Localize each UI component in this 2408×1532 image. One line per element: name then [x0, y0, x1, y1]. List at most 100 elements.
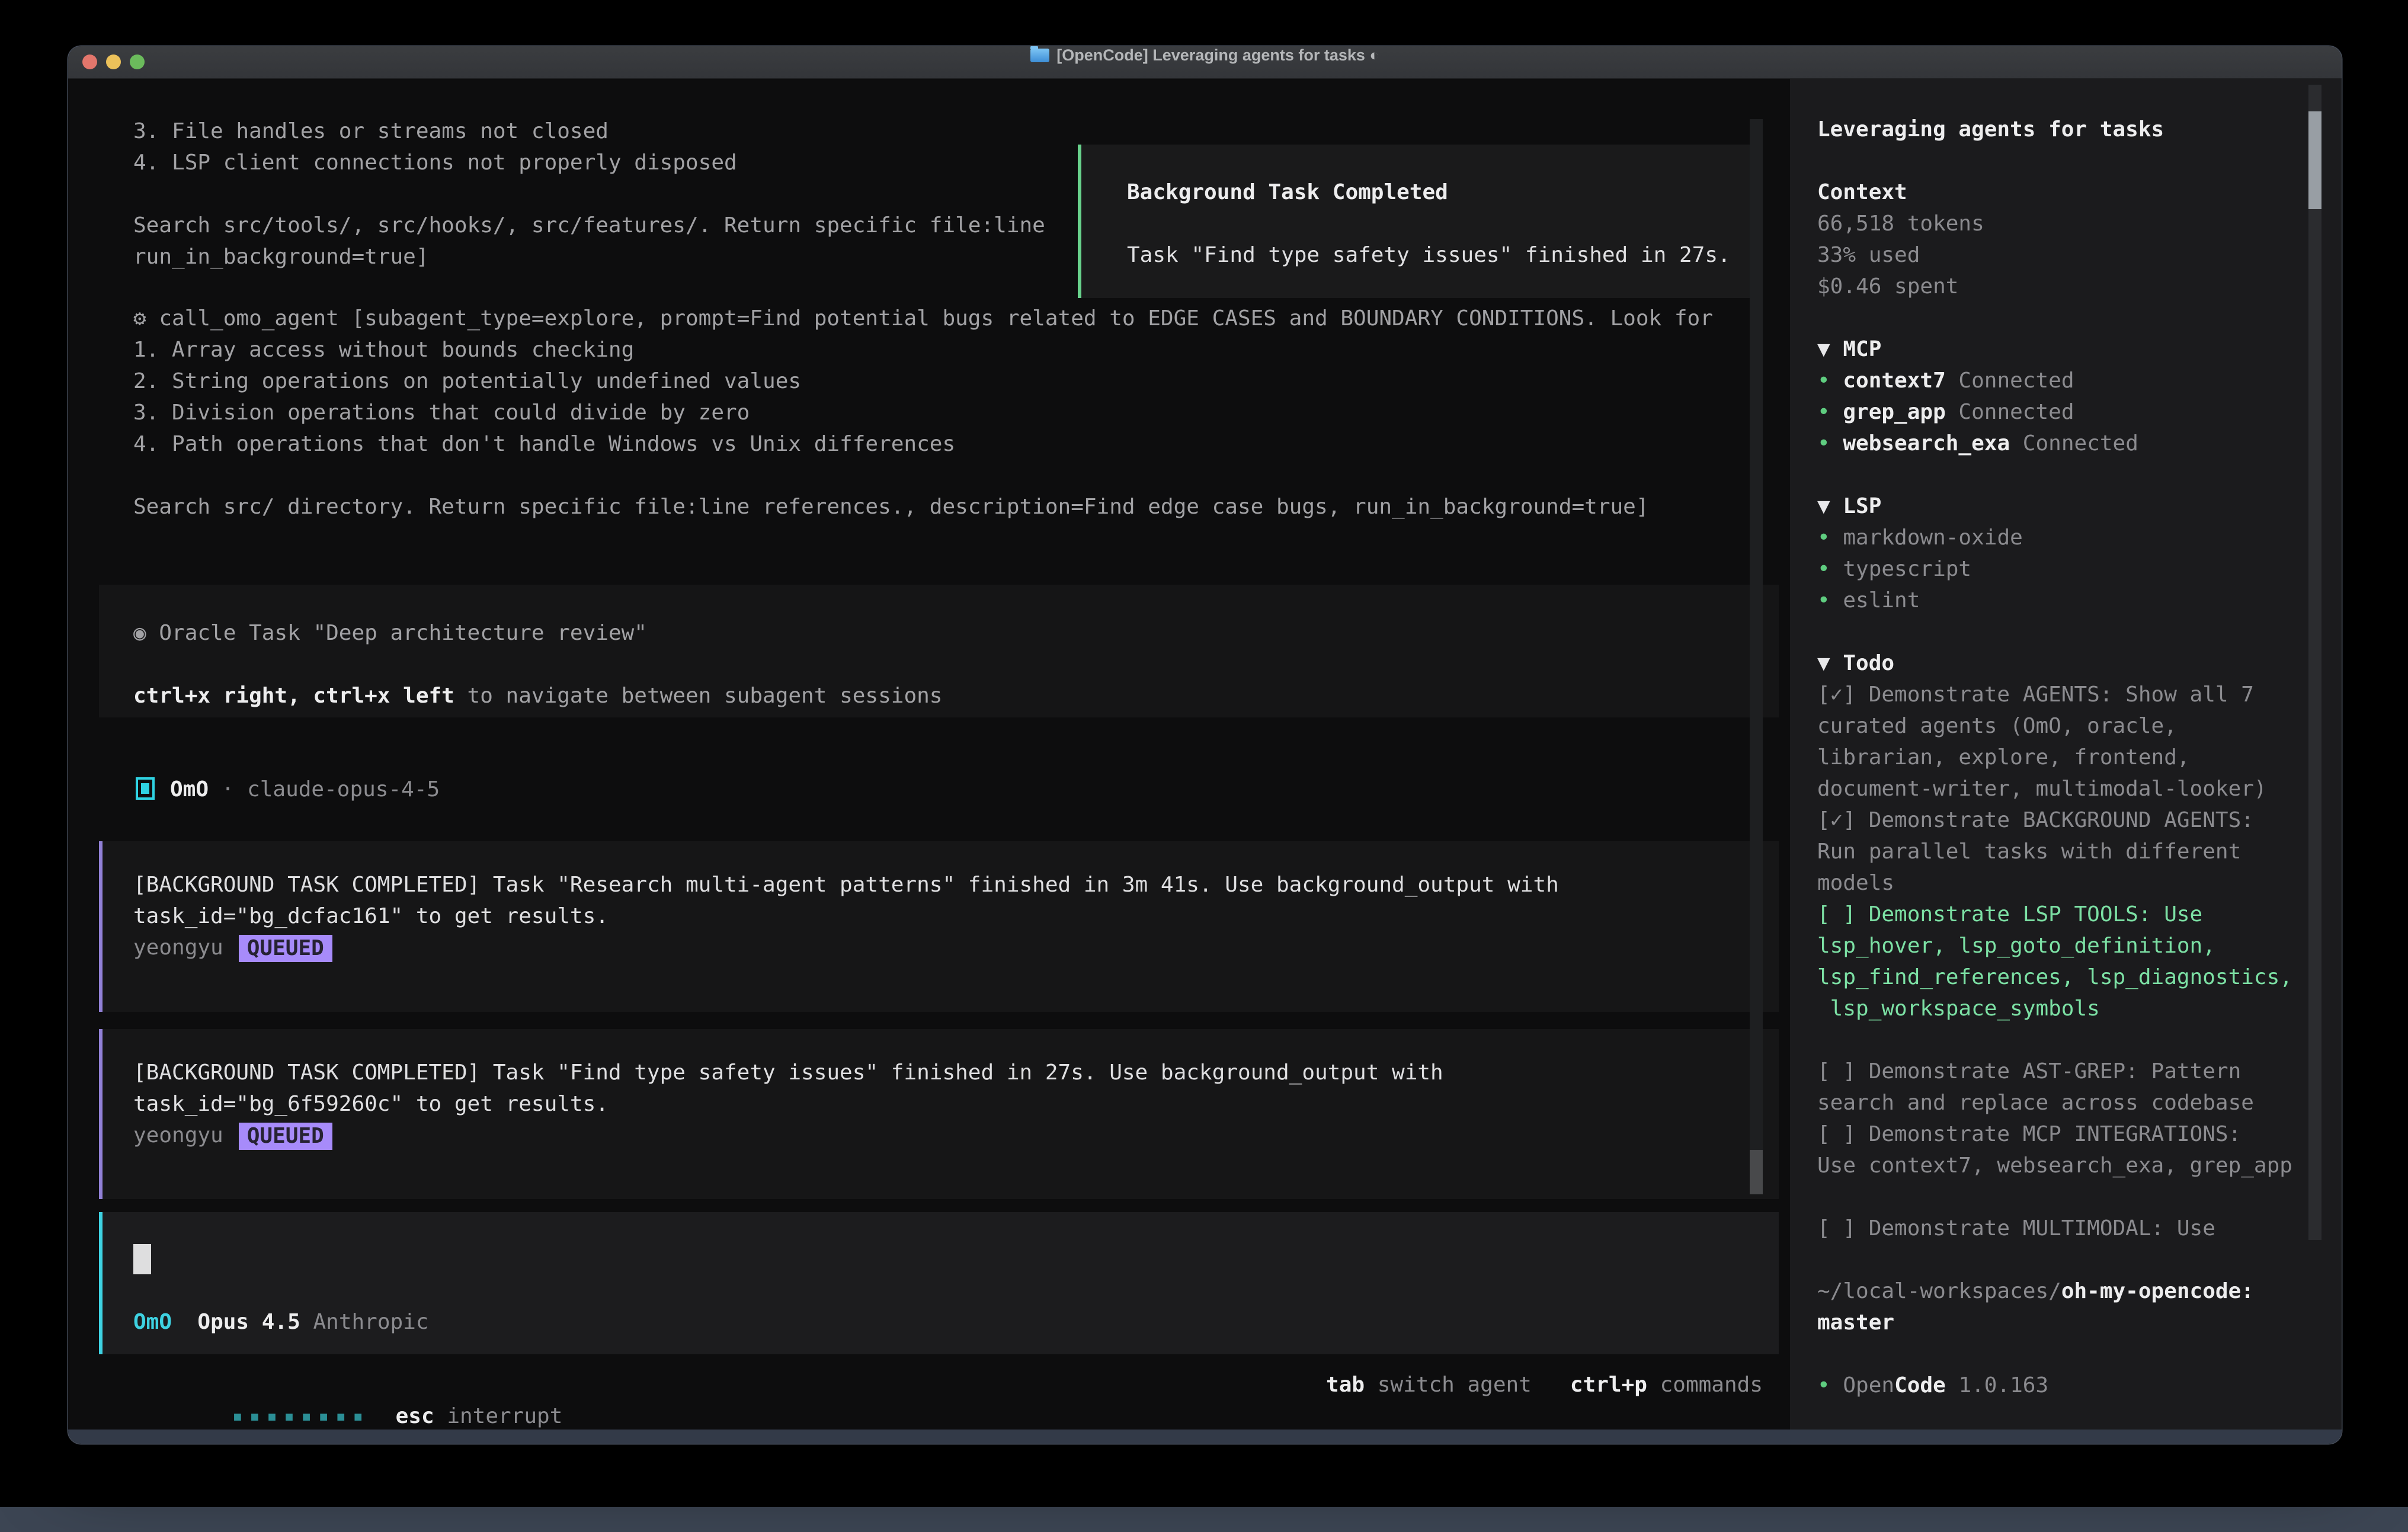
text-segment: context7: [1843, 368, 1945, 393]
tab-key-hint: tab: [1326, 1373, 1365, 1397]
terminal-row: Search src/ directory. Return specific f…: [133, 491, 1751, 523]
text-segment: 33% used: [1817, 243, 1920, 267]
status-dot-icon: •: [1817, 431, 1843, 456]
terminal-row: [133, 460, 1751, 491]
collapse-triangle-icon[interactable]: ▼: [1817, 337, 1843, 361]
spinner-dots-icon: ▪▪▪▪▪▪▪▪: [232, 1406, 370, 1427]
text-segment: models: [1817, 871, 1894, 895]
sidebar-row: 33% used: [1817, 239, 2342, 271]
text-segment: [ ] Demonstrate MULTIMODAL: Use: [1817, 1216, 2215, 1241]
window-bottom-bar: [68, 1430, 2342, 1444]
text-segment: Code: [1894, 1373, 1946, 1398]
terminal-row: 2. String operations on potentially unde…: [133, 366, 1751, 397]
input-agent-label: OmO: [133, 1310, 172, 1334]
text-segment: [ ] Demonstrate AST-GREP: Pattern: [1817, 1059, 2241, 1084]
sidebar-row: [1817, 302, 2342, 334]
text-segment: Connected: [1946, 400, 2074, 424]
sidebar-row: [✓] Demonstrate BACKGROUND AGENTS:: [1817, 805, 2342, 836]
close-button[interactable]: [82, 55, 97, 69]
status-badge: QUEUED: [239, 1123, 332, 1150]
username: yeongyu: [133, 935, 223, 960]
sidebar-row: ▼ Todo: [1817, 648, 2342, 679]
sidebar: Leveraging agents for tasksContext66,518…: [1790, 79, 2342, 1430]
background-task-toast: Background Task Completed Task "Find typ…: [1078, 145, 1757, 298]
sidebar-row: • grep_app Connected: [1817, 396, 2342, 428]
sidebar-row: [1817, 459, 2342, 491]
zoom-button[interactable]: [130, 55, 145, 69]
sidebar-row: lsp_workspace_symbols: [1817, 993, 2342, 1024]
keyboard-shortcut: ctrl+x right, ctrl+x left: [133, 684, 454, 708]
main-scrollbar-thumb[interactable]: [1750, 1150, 1763, 1194]
text-segment: lsp_hover, lsp_goto_definition,: [1817, 934, 2215, 958]
agent-square-icon: [136, 777, 155, 800]
sidebar-row: ▼ MCP: [1817, 334, 2342, 365]
sidebar-row: [1817, 145, 2342, 177]
sidebar-row: document-writer, multimodal-looker): [1817, 773, 2342, 805]
separator-dot: ·: [209, 777, 247, 802]
sidebar-row: lsp_find_references, lsp_diagnostics,: [1817, 961, 2342, 993]
sidebar-row: [1817, 1181, 2342, 1213]
text-segment: librarian, explore, frontend,: [1817, 745, 2190, 770]
sidebar-row: [ ] Demonstrate MCP INTEGRATIONS:: [1817, 1118, 2342, 1150]
oracle-task-title-text: Oracle Task "Deep architecture review": [146, 621, 647, 645]
text-segment: MCP: [1843, 337, 1881, 361]
background-task-card: [BACKGROUND TASK COMPLETED] Task "Find t…: [99, 1029, 1779, 1199]
text-segment: [ ] Demonstrate LSP TOOLS: Use: [1817, 902, 2202, 927]
text-segment: grep_app: [1843, 400, 1945, 424]
agent-session-header: OmO · claude-opus-4-5: [133, 774, 1733, 805]
terminal-row: 3. Division operations that could divide…: [133, 397, 1751, 428]
agent-model: claude-opus-4-5: [247, 777, 440, 802]
record-icon: ◉: [133, 621, 146, 645]
sidebar-rows: Leveraging agents for tasksContext66,518…: [1817, 114, 2342, 1401]
main-scrollbar-track[interactable]: [1750, 119, 1763, 1194]
text-segment: document-writer, multimodal-looker): [1817, 777, 2267, 801]
text-segment: lsp_workspace_symbols: [1817, 996, 2100, 1021]
task-card-meta: yeongyuQUEUED: [133, 1120, 1779, 1151]
status-dot-icon: •: [1817, 368, 1843, 393]
text-segment: markdown-oxide: [1843, 525, 2022, 550]
oracle-task-card: ◉ Oracle Task "Deep architecture review"…: [99, 585, 1779, 717]
sidebar-scrollbar-thumb[interactable]: [2308, 111, 2321, 209]
sidebar-row: [ ] Demonstrate MULTIMODAL: Use: [1817, 1213, 2342, 1244]
text-segment: Leveraging agents for tasks: [1817, 117, 2164, 142]
status-dot-icon: •: [1817, 525, 1843, 550]
collapse-triangle-icon[interactable]: ▼: [1817, 651, 1843, 675]
prompt-input[interactable]: OmO Opus 4.5 Anthropic: [99, 1212, 1779, 1354]
hint-text: to navigate between subagent sessions: [454, 684, 943, 708]
input-model-row: OmO Opus 4.5 Anthropic: [133, 1306, 429, 1338]
window-title-text: [OpenCode] Leveraging agents for tasks ◐: [1056, 46, 1379, 64]
status-bar-right: tab switch agent ctrl+p commands: [1326, 1369, 1763, 1400]
sidebar-row: [1817, 1244, 2342, 1275]
sidebar-row: • typescript: [1817, 553, 2342, 585]
oracle-hint: ctrl+x right, ctrl+x left to navigate be…: [133, 680, 1779, 711]
sidebar-row: search and replace across codebase: [1817, 1087, 2342, 1118]
terminal-row: 4. Path operations that don't handle Win…: [133, 428, 1751, 460]
background-window-strip: [0, 1507, 2408, 1532]
text-segment: 1.0.163: [1946, 1373, 2048, 1398]
status-badge: QUEUED: [239, 935, 332, 962]
oracle-task-title: ◉ Oracle Task "Deep architecture review": [133, 617, 1779, 649]
tool-call-text: ⚙ call_omo_agent [subagent_type=explore,…: [133, 303, 1751, 523]
sidebar-row: • markdown-oxide: [1817, 522, 2342, 553]
text-segment: ~/local-workspaces/: [1817, 1279, 2061, 1303]
window-title: [OpenCode] Leveraging agents for tasks ◐: [68, 46, 2342, 65]
text-segment: lsp_find_references, lsp_diagnostics,: [1817, 965, 2292, 989]
status-dot-icon: •: [1817, 1373, 1843, 1398]
terminal-content: 3. File handles or streams not closed4. …: [68, 79, 2342, 1430]
text-segment: Connected: [1946, 368, 2074, 393]
sidebar-row: • websearch_exa Connected: [1817, 428, 2342, 459]
esc-key-label: interrupt: [434, 1404, 563, 1428]
minimize-button[interactable]: [106, 55, 121, 69]
text-segment: typescript: [1843, 557, 1971, 581]
text-segment: Run parallel tasks with different: [1817, 839, 2241, 864]
folder-icon: [1030, 49, 1049, 62]
esc-key-hint: esc: [396, 1404, 434, 1428]
sidebar-scrollbar-track[interactable]: [2308, 85, 2321, 1240]
sidebar-row: models: [1817, 867, 2342, 899]
collapse-triangle-icon[interactable]: ▼: [1817, 494, 1843, 518]
spacer: [172, 1310, 197, 1334]
text-segment: Todo: [1843, 651, 1894, 675]
task-card-line: task_id="bg_dcfac161" to get results.: [133, 900, 1779, 932]
sidebar-row: ▼ LSP: [1817, 491, 2342, 522]
tab-key-label: switch agent: [1365, 1373, 1532, 1397]
